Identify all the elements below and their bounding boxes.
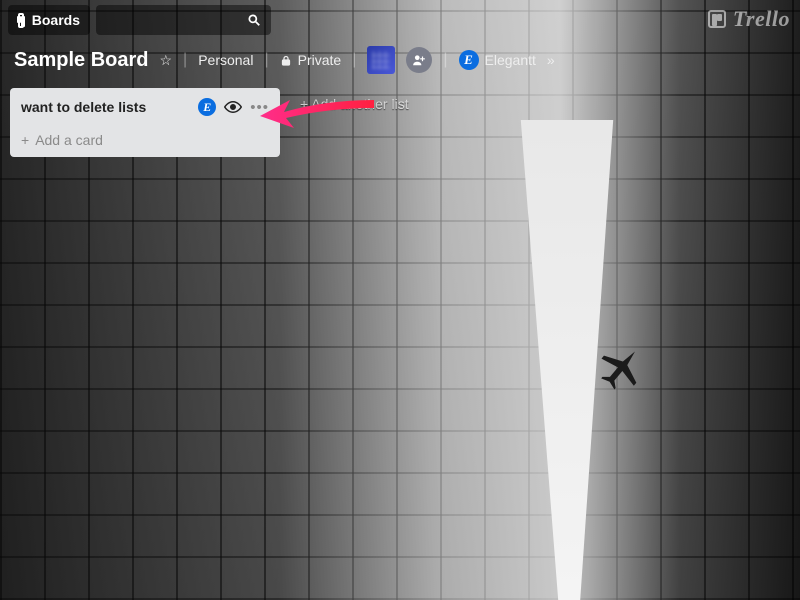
member-avatar[interactable] (367, 46, 395, 74)
visibility-label: Private (298, 52, 342, 68)
brand-name: Trello (733, 6, 790, 32)
team-name[interactable]: Personal (198, 52, 253, 68)
powerup-button[interactable]: E Elegantt (459, 50, 536, 70)
separator: | (352, 51, 356, 69)
elegantt-icon: E (459, 50, 479, 70)
search-icon (247, 13, 261, 27)
visibility-button[interactable]: Private (280, 52, 342, 68)
add-card-label: Add a card (35, 132, 103, 148)
list-header: want to delete lists E ••• (17, 95, 273, 124)
lock-icon (280, 54, 292, 67)
plus-icon: + (21, 132, 29, 148)
separator: | (264, 51, 268, 69)
trello-icon (708, 10, 726, 28)
more-menu-button[interactable]: » (547, 52, 552, 68)
plus-icon: + (300, 96, 311, 112)
search-input[interactable] (96, 5, 271, 35)
elegantt-icon[interactable]: E (198, 98, 216, 116)
add-member-button[interactable] (406, 47, 432, 73)
board-name[interactable]: Sample Board (14, 49, 148, 72)
add-list-label: Add another list (311, 96, 408, 112)
list-header-extras: E ••• (198, 98, 269, 116)
board-header: Sample Board ☆ | Personal | Private | | … (0, 40, 800, 80)
board-canvas: want to delete lists E ••• + Add a card … (0, 80, 800, 165)
boards-button[interactable]: Boards (8, 5, 90, 35)
boards-button-label: Boards (32, 12, 80, 28)
add-card-button[interactable]: + Add a card (17, 124, 273, 150)
powerup-label: Elegantt (485, 52, 536, 68)
top-bar: Boards Trello (0, 0, 800, 40)
list-title[interactable]: want to delete lists (21, 99, 146, 115)
brand-logo[interactable]: Trello (708, 6, 790, 32)
list-menu-button[interactable]: ••• (250, 99, 269, 116)
watch-icon[interactable] (224, 100, 242, 114)
star-icon[interactable]: ☆ (159, 52, 172, 69)
add-user-icon (412, 53, 426, 67)
add-list-button[interactable]: + Add another list (290, 88, 419, 120)
list: want to delete lists E ••• + Add a card (10, 88, 280, 157)
boards-icon (18, 13, 24, 28)
separator: | (443, 51, 447, 69)
separator: | (183, 51, 187, 69)
